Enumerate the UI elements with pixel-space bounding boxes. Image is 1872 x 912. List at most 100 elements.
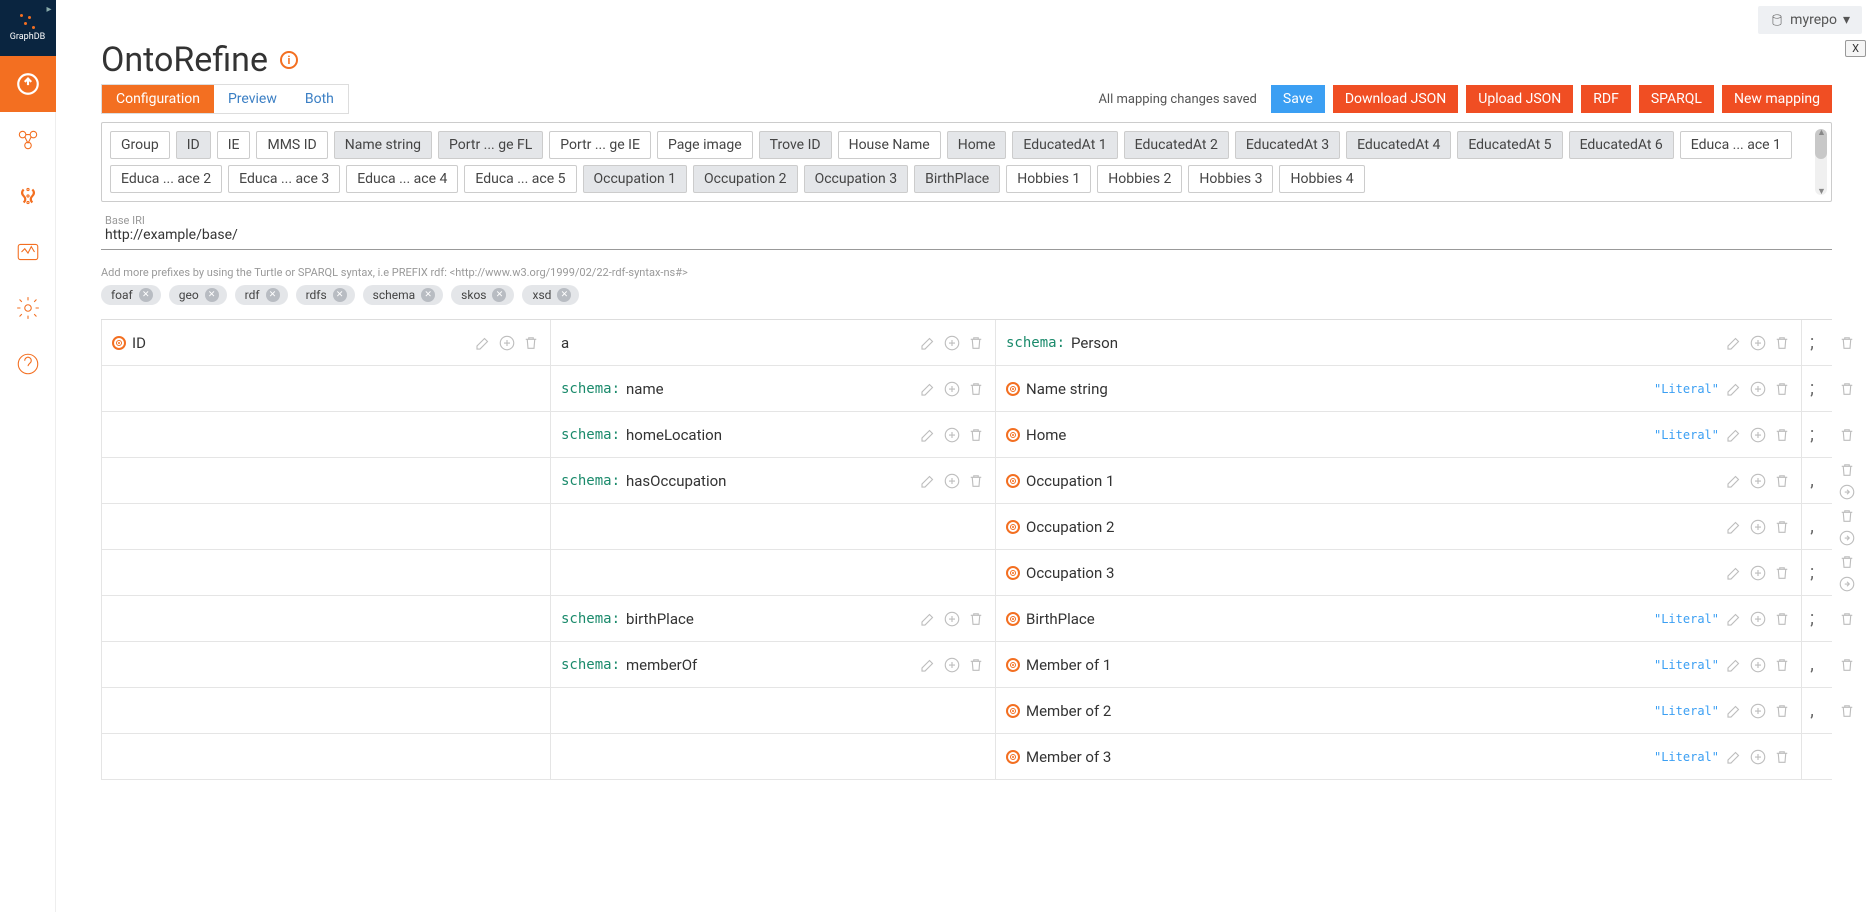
edit-icon[interactable] [919,334,937,352]
close-button[interactable]: X [1845,40,1866,57]
sparql-button[interactable]: SPARQL [1639,85,1714,113]
del-icon[interactable] [1773,380,1791,398]
predicate-cell[interactable] [551,688,996,733]
predicate-cell[interactable]: schema:homeLocation [551,412,996,457]
add-icon[interactable] [943,334,961,352]
edit-icon[interactable] [474,334,492,352]
subject-cell[interactable] [101,550,551,595]
del-icon[interactable] [522,334,540,352]
add-icon[interactable] [943,610,961,628]
add-icon[interactable] [1749,334,1767,352]
del-icon[interactable] [1773,702,1791,720]
remove-prefix-icon[interactable]: ✕ [205,288,219,302]
add-icon[interactable] [1749,380,1767,398]
add-icon[interactable] [1749,518,1767,536]
edit-icon[interactable] [1725,610,1743,628]
subject-cell[interactable] [101,688,551,733]
subject-cell[interactable]: ID [101,320,551,365]
add-icon[interactable] [943,380,961,398]
column-chip[interactable]: Portr ... ge IE [549,131,651,159]
add-icon[interactable] [1749,656,1767,674]
object-cell[interactable]: Name string"Literal" [996,366,1802,411]
subject-cell[interactable] [101,596,551,641]
column-chip[interactable]: Hobbies 3 [1188,165,1273,193]
subject-cell[interactable] [101,642,551,687]
predicate-cell[interactable]: schema:hasOccupation [551,458,996,503]
column-chip[interactable]: Portr ... ge FL [438,131,543,159]
subject-cell[interactable] [101,458,551,503]
predicate-cell[interactable] [551,734,996,779]
del-icon[interactable] [967,380,985,398]
nav-import-icon[interactable] [0,56,56,112]
predicate-cell[interactable] [551,550,996,595]
column-chip[interactable]: Group [110,131,170,159]
add-icon[interactable] [1749,610,1767,628]
object-cell[interactable]: BirthPlace"Literal" [996,596,1802,641]
object-cell[interactable]: Member of 3"Literal" [996,734,1802,779]
column-chip[interactable]: House Name [838,131,941,159]
object-cell[interactable]: Occupation 3 [996,550,1802,595]
nav-help-icon[interactable] [0,336,56,392]
column-chip[interactable]: MMS ID [256,131,327,159]
del-icon[interactable] [1838,461,1856,479]
column-chip[interactable]: EducatedAt 1 [1012,131,1117,159]
edit-icon[interactable] [1725,702,1743,720]
column-chip[interactable]: Hobbies 2 [1097,165,1182,193]
add-icon[interactable] [943,472,961,490]
edit-icon[interactable] [1725,656,1743,674]
edit-icon[interactable] [1725,518,1743,536]
remove-prefix-icon[interactable]: ✕ [557,288,571,302]
columns-scrollbar[interactable]: ▲▼ [1815,129,1827,195]
graphdb-logo[interactable]: ▸ GraphDB [0,0,56,56]
base-iri-field[interactable]: Base IRI http://example/base/ [101,210,1832,250]
del-icon[interactable] [1838,610,1856,628]
object-cell[interactable]: Occupation 2 [996,504,1802,549]
column-chip[interactable]: EducatedAt 6 [1569,131,1674,159]
upload-json-button[interactable]: Upload JSON [1466,85,1573,113]
del-icon[interactable] [1773,748,1791,766]
repo-selector[interactable]: myrepo ▾ [1758,6,1862,34]
del-icon[interactable] [1773,426,1791,444]
column-chip[interactable]: EducatedAt 5 [1457,131,1562,159]
column-chip[interactable]: Educa ... ace 3 [228,165,340,193]
download-json-button[interactable]: Download JSON [1333,85,1458,113]
predicate-cell[interactable]: schema:name [551,366,996,411]
subject-cell[interactable] [101,412,551,457]
remove-prefix-icon[interactable]: ✕ [139,288,153,302]
column-chip[interactable]: Trove ID [759,131,832,159]
del-icon[interactable] [1838,553,1856,571]
column-chip[interactable]: Educa ... ace 2 [110,165,222,193]
del-icon[interactable] [1838,702,1856,720]
info-icon[interactable]: i [280,51,298,69]
add-icon[interactable] [1749,702,1767,720]
rdf-button[interactable]: RDF [1581,85,1631,113]
add-icon[interactable] [943,426,961,444]
edit-icon[interactable] [1725,334,1743,352]
remove-prefix-icon[interactable]: ✕ [492,288,506,302]
column-chip[interactable]: EducatedAt 3 [1235,131,1340,159]
object-cell[interactable]: Member of 1"Literal" [996,642,1802,687]
predicate-cell[interactable]: schema:birthPlace [551,596,996,641]
column-chip[interactable]: Home [947,131,1007,159]
predicate-cell[interactable]: schema:memberOf [551,642,996,687]
edit-icon[interactable] [919,380,937,398]
edit-icon[interactable] [919,656,937,674]
add-icon[interactable] [1749,748,1767,766]
del-icon[interactable] [1773,518,1791,536]
add-icon[interactable] [1749,564,1767,582]
edit-icon[interactable] [1725,426,1743,444]
column-chip[interactable]: Educa ... ace 4 [346,165,458,193]
column-chip[interactable]: Hobbies 4 [1279,165,1364,193]
column-chip[interactable]: IE [217,131,251,159]
edit-icon[interactable] [919,426,937,444]
del-icon[interactable] [967,334,985,352]
del-icon[interactable] [967,472,985,490]
nest-icon[interactable] [1838,529,1856,547]
edit-icon[interactable] [1725,472,1743,490]
tab-both[interactable]: Both [291,85,348,113]
new-mapping-button[interactable]: New mapping [1722,85,1832,113]
column-chip[interactable]: ID [176,131,211,159]
nav-explore-icon[interactable] [0,112,56,168]
add-icon[interactable] [498,334,516,352]
del-icon[interactable] [967,656,985,674]
